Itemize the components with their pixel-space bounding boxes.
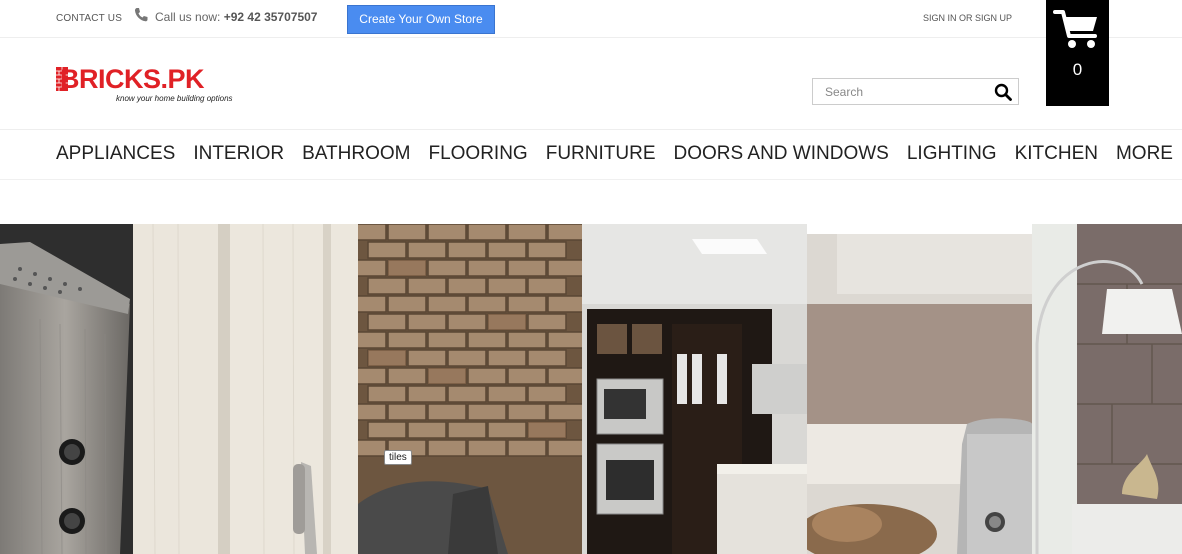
nav-bathroom[interactable]: BATHROOM	[302, 143, 410, 165]
cart-count: 0	[1072, 60, 1083, 79]
main-nav-bar: APPLIANCES INTERIOR BATHROOM FLOORING FU…	[0, 129, 1182, 180]
nav-more[interactable]: MORE	[1116, 143, 1173, 165]
create-store-button[interactable]: Create Your Own Store	[347, 5, 495, 34]
cart-button[interactable]: 0	[1046, 0, 1109, 106]
nav-kitchen[interactable]: KITCHEN	[1015, 143, 1098, 165]
search-input[interactable]	[813, 79, 988, 104]
cart-icon	[1053, 10, 1097, 48]
hero-panel-bathroom[interactable]	[0, 224, 133, 554]
hero-panel-lighting[interactable]	[1032, 224, 1182, 554]
brick-wall-image	[358, 224, 582, 554]
hero-panel-appliances[interactable]	[807, 224, 1032, 554]
door-image	[133, 224, 358, 554]
shower-panel-image	[0, 224, 133, 554]
nav-lighting[interactable]: LIGHTING	[907, 143, 997, 165]
hero-category-mosaic	[0, 224, 1182, 554]
nav-flooring[interactable]: FLOORING	[428, 143, 527, 165]
nav-furniture[interactable]: FURNITURE	[546, 143, 656, 165]
toaster-image	[807, 224, 1032, 554]
nav-doors-and-windows[interactable]: DOORS AND WINDOWS	[674, 143, 889, 165]
call-prefix: Call us now:	[155, 10, 224, 24]
logo-tagline: know your home building options	[116, 94, 233, 103]
phone-icon	[134, 8, 148, 22]
nav-interior[interactable]: INTERIOR	[193, 143, 284, 165]
hero-panel-tiles[interactable]	[358, 224, 582, 554]
floor-lamp-image	[1032, 224, 1182, 554]
main-nav: APPLIANCES INTERIOR BATHROOM FLOORING FU…	[56, 143, 1173, 165]
top-bar: CONTACT US Call us now: +92 42 35707507 …	[0, 0, 1182, 38]
contact-us-link[interactable]: CONTACT US	[56, 13, 122, 24]
logo[interactable]: BRICKS.PK know your home building option…	[56, 65, 256, 107]
call-us-text: Call us now: +92 42 35707507	[155, 10, 317, 24]
phone-number: +92 42 35707507	[223, 10, 318, 24]
hero-tooltip: tiles	[384, 450, 412, 465]
search-box	[812, 78, 1019, 105]
nav-appliances[interactable]: APPLIANCES	[56, 143, 175, 165]
hero-panel-doors[interactable]	[133, 224, 358, 554]
hero-panel-kitchen[interactable]	[582, 224, 807, 554]
sign-in-link[interactable]: SIGN IN OR SIGN UP	[923, 13, 1012, 23]
logo-text: BRICKS.PK	[60, 64, 205, 94]
kitchen-cabinet-image	[582, 224, 807, 554]
search-icon[interactable]	[994, 83, 1012, 101]
